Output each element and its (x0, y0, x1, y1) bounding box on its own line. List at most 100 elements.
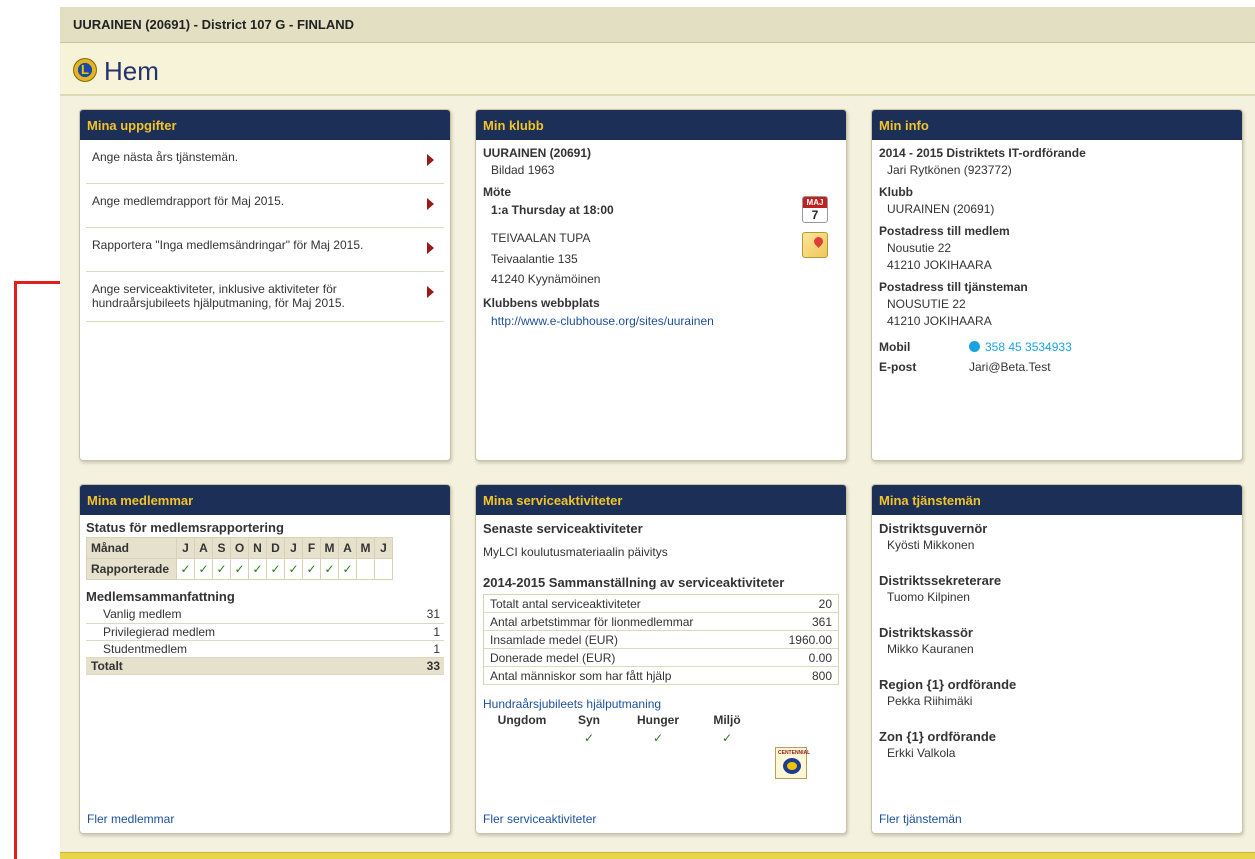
card-min-klubb: Min klubb UURAINEN (20691) Bildad 1963 M… (475, 109, 847, 461)
officer-role: Zon {1} ordförande (879, 729, 997, 744)
mobile-number-link[interactable]: 358 45 3534933 (985, 340, 1072, 354)
annotation-arrow-line (14, 281, 17, 859)
check-icon: ✓ (266, 558, 285, 580)
club-name: UURAINEN (20691) (483, 146, 592, 160)
task-item[interactable]: Ange nästa års tjänstemän. (86, 140, 444, 184)
card-title: Mina serviceaktiviteter (476, 485, 846, 515)
month-cell: D (266, 537, 285, 559)
club-header-bar: UURAINEN (20691) - District 107 G - FINL… (60, 7, 1255, 43)
check-icon: ✓ (652, 731, 664, 745)
card-title: Mina medlemmar (80, 485, 450, 515)
member-address-line: Nousutie 22 (887, 241, 952, 255)
officer-name: Tuomo Kilpinen (887, 590, 970, 604)
email-value: Jari@Beta.Test (969, 360, 1051, 374)
month-cell: J (176, 537, 195, 559)
card-mina-serviceaktiviteter: Mina serviceaktiviteter Senaste servicea… (475, 484, 847, 834)
focus-areas: Ungdom Syn Hunger Miljö (483, 713, 839, 727)
skype-icon[interactable] (969, 341, 980, 352)
meeting-street: Teivaalantie 135 (491, 252, 578, 266)
arrow-right-icon (427, 198, 434, 210)
more-service-link[interactable]: Fler serviceaktiviteter (483, 812, 596, 826)
total-row: Totalt 33 (86, 657, 444, 675)
meeting-label: Möte (483, 185, 511, 199)
month-cell: A (338, 537, 357, 559)
calendar-icon[interactable]: MAJ 7 (802, 196, 828, 223)
focus-label: Syn (577, 713, 600, 727)
centennial-link[interactable]: Hundraårsjubileets hjälputmaning (483, 697, 839, 711)
more-members-link[interactable]: Fler medlemmar (87, 812, 174, 826)
month-cell: J (374, 537, 393, 559)
club-title: UURAINEN (20691) - District 107 G - FINL… (73, 17, 354, 32)
check-icon (483, 731, 561, 745)
page-frame: UURAINEN (20691) - District 107 G - FINL… (60, 7, 1255, 859)
month-cell: O (230, 537, 249, 559)
table-row: Studentmedlem 1 (86, 640, 444, 658)
arrow-right-icon (427, 286, 434, 298)
card-mina-tjansteman: Mina tjänstemän Distriktsguvernör Kyösti… (871, 484, 1243, 834)
info-club: UURAINEN (20691) (887, 202, 995, 216)
club-website-link[interactable]: http://www.e-clubhouse.org/sites/uuraine… (483, 314, 839, 328)
officer-address-line: 41210 JOKIHAARA (887, 314, 992, 328)
table-row: Totalt antal serviceaktiviteter 20 (483, 594, 839, 613)
member-address-line: 41210 JOKIHAARA (887, 258, 992, 272)
home-header: L Hem (60, 44, 1255, 96)
arrow-right-icon (427, 242, 434, 254)
officer-role: Region {1} ordförande (879, 677, 1017, 692)
check-icon: ✓ (194, 558, 213, 580)
check-icon: ✓ (248, 558, 267, 580)
status-cell (356, 558, 375, 580)
email-label: E-post (879, 360, 917, 374)
latest-activity: MyLCI koulutusmateriaalin päivitys (483, 545, 668, 559)
card-mina-uppgifter: Mina uppgifter Ange nästa års tjänstemän… (79, 109, 451, 461)
status-cell (374, 558, 393, 580)
table-row: Antal människor som har fått hjälp 800 (483, 666, 839, 685)
task-item[interactable]: Ange serviceaktiviteter, inklusive aktiv… (86, 272, 444, 322)
centennial-logo-icon[interactable]: CENTENNIAL (775, 747, 810, 779)
summary-heading: Medlemsammanfattning (86, 589, 235, 604)
check-icon: ✓ (284, 558, 303, 580)
card-title: Mina tjänstemän (872, 485, 1242, 515)
check-icon: ✓ (583, 731, 595, 745)
more-officers-link[interactable]: Fler tjänstemän (879, 812, 962, 826)
info-role: 2014 - 2015 Distriktets IT-ordförande (879, 146, 1086, 160)
card-mina-medlemmar: Mina medlemmar Status för medlemsrapport… (79, 484, 451, 834)
officer-role: Distriktssekreterare (879, 573, 1002, 588)
table-row: Donerade medel (EUR) 0.00 (483, 648, 839, 667)
table-row: Insamlade medel (EUR) 1960.00 (483, 630, 839, 649)
reported-label: Rapporterade (86, 558, 177, 580)
officer-name: Pekka Riihimäki (887, 694, 973, 708)
lions-logo-icon: L (73, 58, 97, 82)
check-icon: ✓ (721, 731, 733, 745)
month-label: Månad (86, 537, 177, 559)
task-item[interactable]: Rapportera "Inga medlemsändringar" för M… (86, 228, 444, 272)
focus-label: Hunger (637, 713, 679, 727)
table-row: Vanlig medlem 31 (86, 606, 444, 624)
task-item[interactable]: Ange medlemdrapport för Maj 2015. (86, 184, 444, 228)
card-min-info: Min info 2014 - 2015 Distriktets IT-ordf… (871, 109, 1243, 461)
info-club-label: Klubb (879, 185, 913, 199)
mobile-label: Mobil (879, 340, 911, 354)
officer-role: Distriktskassör (879, 625, 973, 640)
check-icon: ✓ (176, 558, 195, 580)
focus-checks: ✓ ✓ ✓ (483, 731, 839, 745)
officer-name: Erkki Valkola (887, 746, 956, 760)
status-heading: Status för medlemsrapportering (86, 520, 284, 535)
footer-bar (60, 852, 1255, 859)
month-cell: A (194, 537, 213, 559)
summary-heading: 2014-2015 Sammanställning av serviceakti… (483, 575, 785, 590)
reporting-status-table: Månad J A S O N D J F M A M J Rapportera… (86, 537, 393, 580)
check-icon: ✓ (230, 558, 249, 580)
officer-address-label: Postadress till tjänsteman (879, 280, 1028, 294)
info-name: Jari Rytkönen (923772) (887, 163, 1012, 177)
card-title: Min klubb (476, 110, 846, 140)
check-icon: ✓ (212, 558, 231, 580)
table-row: Privilegierad medlem 1 (86, 623, 444, 641)
month-cell: N (248, 537, 267, 559)
month-cell: J (284, 537, 303, 559)
check-icon: ✓ (302, 558, 321, 580)
member-address-label: Postadress till medlem (879, 224, 1010, 238)
meeting-postal: 41240 Kyynämöinen (491, 272, 601, 286)
latest-heading: Senaste serviceaktiviteter (483, 521, 643, 536)
map-icon[interactable] (802, 232, 828, 258)
officer-address-line: NOUSUTIE 22 (887, 297, 966, 311)
